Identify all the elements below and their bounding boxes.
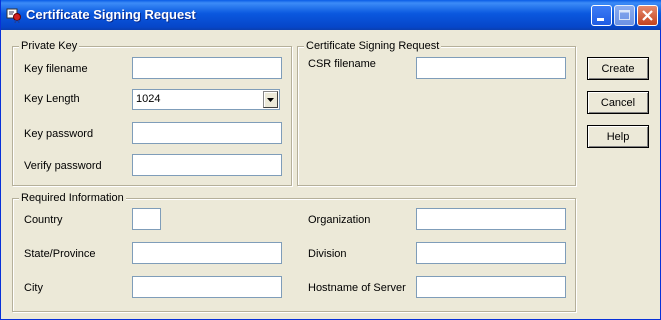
csr-filename-label: CSR filename — [308, 58, 376, 70]
verify-password-field[interactable] — [132, 154, 282, 176]
division-field[interactable] — [416, 242, 566, 264]
csr-filename-field[interactable] — [416, 57, 566, 79]
csr-group-title: Certificate Signing Request — [304, 40, 442, 53]
required-info-group-title: Required Information — [19, 192, 126, 205]
create-button[interactable]: Create — [587, 57, 649, 80]
chevron-down-icon — [267, 98, 274, 102]
help-button[interactable]: Help — [587, 125, 649, 148]
organization-input[interactable] — [417, 209, 565, 229]
cancel-button[interactable]: Cancel — [587, 91, 649, 114]
key-length-select[interactable]: 1024 — [132, 89, 280, 110]
key-filename-field[interactable] — [132, 57, 282, 79]
key-password-label: Key password — [24, 128, 94, 140]
country-input[interactable] — [133, 209, 160, 229]
hostname-input[interactable] — [417, 277, 565, 297]
country-label: Country — [24, 214, 63, 226]
title-bar[interactable]: Certificate Signing Request — [1, 0, 661, 30]
maximize-button[interactable] — [614, 5, 635, 26]
key-password-field[interactable] — [132, 122, 282, 144]
verify-password-input[interactable] — [133, 155, 281, 175]
certificate-app-icon — [6, 7, 22, 24]
hostname-field[interactable] — [416, 276, 566, 298]
division-label: Division — [308, 248, 347, 260]
dialog-window: Certificate Signing Request Private Key … — [0, 0, 661, 320]
window-title: Certificate Signing Request — [26, 7, 196, 22]
organization-label: Organization — [308, 214, 371, 226]
hostname-label: Hostname of Server — [308, 282, 406, 294]
key-length-label: Key Length — [24, 93, 80, 105]
csr-filename-input[interactable] — [417, 58, 565, 78]
country-field[interactable] — [132, 208, 161, 230]
close-button[interactable] — [637, 5, 658, 26]
key-filename-input[interactable] — [133, 58, 281, 78]
state-label: State/Province — [24, 248, 96, 260]
private-key-group-title: Private Key — [19, 40, 80, 53]
key-filename-label: Key filename — [24, 63, 88, 75]
city-input[interactable] — [133, 277, 281, 297]
minimize-button[interactable] — [591, 5, 612, 26]
organization-field[interactable] — [416, 208, 566, 230]
division-input[interactable] — [417, 243, 565, 263]
key-password-input[interactable] — [133, 123, 281, 143]
state-field[interactable] — [132, 242, 282, 264]
city-label: City — [24, 282, 43, 294]
key-length-dropdown-button[interactable] — [263, 91, 278, 108]
verify-password-label: Verify password — [24, 160, 102, 172]
key-length-selected-value: 1024 — [136, 93, 161, 105]
state-input[interactable] — [133, 243, 281, 263]
city-field[interactable] — [132, 276, 282, 298]
